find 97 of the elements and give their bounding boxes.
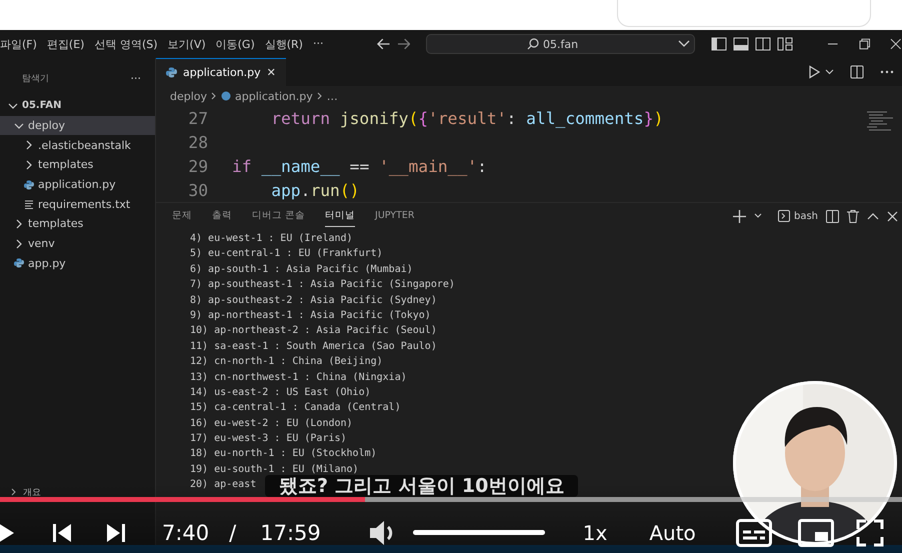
menu-item[interactable]: 편집(E) (46, 36, 84, 52)
split-editor-icon[interactable] (850, 65, 864, 79)
python-file-icon (166, 67, 177, 78)
terminal-line: 18) eu-north-1 : EU (Stockholm) (190, 447, 377, 462)
panel-layout-icon[interactable] (733, 37, 750, 51)
panel-tab[interactable]: 출력 (212, 205, 232, 227)
more-icon[interactable] (880, 70, 894, 74)
menu-item[interactable]: 실행(R) (264, 36, 303, 52)
sidebar-layout-icon[interactable] (711, 37, 728, 51)
tree-item[interactable]: .elasticbeanstalk (0, 135, 155, 156)
editor-tab[interactable]: application.py ✕ (156, 58, 286, 86)
tree-item[interactable]: templates (0, 214, 155, 234)
terminal-line: 13) cn-northwest-1 : China (Ningxia) (190, 370, 407, 385)
trash-icon[interactable] (847, 210, 859, 222)
python-file-icon (14, 258, 24, 268)
line-number: 29 (187, 156, 208, 176)
next-icon[interactable] (106, 522, 126, 542)
terminal-line: 8) ap-southeast-2 : Asia Pacific (Sydney) (190, 294, 437, 308)
panel-tab[interactable]: 문제 (172, 205, 192, 227)
code-line: return jsonify({'result': all_comments}) (270, 108, 664, 128)
terminal-line: 14) us-east-2 : US East (Ohio) (190, 386, 371, 400)
python-file-icon (221, 91, 232, 101)
terminal-line: 6) ap-south-1 : Asia Pacific (Mumbai) (190, 262, 413, 277)
run-icon[interactable] (807, 65, 821, 79)
code-line: app.run() (270, 180, 360, 200)
menu-item[interactable]: 보기(V) (168, 36, 206, 52)
terminal-icon (778, 210, 790, 222)
back-arrow-icon[interactable] (377, 38, 391, 50)
panel-tab[interactable]: 터미널 (325, 205, 356, 227)
breadcrumb-item[interactable]: application.py (235, 90, 313, 102)
panel-tab[interactable]: 디버그 콘솔 (252, 205, 306, 227)
previous-icon[interactable] (52, 522, 72, 542)
tree-item[interactable]: application.py (0, 174, 155, 194)
close-icon[interactable] (887, 210, 898, 222)
close-tab-button[interactable]: ✕ (266, 66, 276, 79)
more-button[interactable]: ··· (130, 72, 141, 84)
terminal-line: 4) eu-west-1 : EU (Ireland) (190, 232, 353, 246)
progress-bar[interactable] (0, 497, 902, 502)
terminal-line: 7) ap-southeast-1 : Asia Pacific (Singapore) (190, 278, 455, 292)
tree-item[interactable]: app.py (0, 254, 155, 274)
volume-slider[interactable] (412, 530, 545, 535)
terminal-line: 5) eu-central-1 : EU (Frankfurt) (190, 247, 383, 262)
subtitles-icon[interactable] (736, 518, 772, 546)
terminal-line: 11) sa-east-1 : South America (Sao Paulo) (190, 340, 437, 354)
terminal-selector[interactable]: bash (778, 210, 818, 222)
panel-tab[interactable]: JUPYTER (375, 206, 415, 226)
tree-item[interactable]: requirements.txt (0, 194, 155, 214)
duration: 17:59 (260, 520, 321, 544)
code-line: if __name__ == '__main__': (232, 156, 487, 176)
menu-item[interactable]: 선택 영역(S) (94, 36, 158, 52)
terminal-line: 19) eu-south-1 : EU (Milano) (190, 462, 359, 477)
subtitle: 됐죠? 그리고 서울이 10번이에요 (265, 475, 578, 497)
current-time: 7:40 (162, 520, 210, 544)
close-icon[interactable] (890, 38, 902, 50)
menu-item[interactable]: ··· (312, 36, 324, 52)
terminal-line: 12) cn-north-1 : China (Beijing) (190, 355, 383, 370)
chevron-down-icon[interactable] (825, 69, 834, 75)
breadcrumb-item[interactable]: … (326, 90, 338, 102)
chevron-down-icon (678, 40, 690, 48)
terminal-line: 17) eu-west-3 : EU (Paris) (190, 432, 347, 446)
tree-item[interactable]: templates (0, 155, 155, 175)
line-number: 30 (187, 180, 208, 200)
menu-item[interactable]: 이동(G) (216, 36, 255, 52)
breadcrumb-item[interactable]: deploy (170, 90, 208, 102)
split-layout-icon[interactable] (755, 37, 772, 51)
forward-arrow-icon[interactable] (396, 38, 410, 50)
chevron-right-icon (316, 92, 323, 100)
speed-button[interactable]: 1x (582, 520, 608, 544)
explorer-title: 탐색기 (22, 72, 49, 84)
text-file-icon (24, 199, 34, 210)
terminal-line: 10) ap-northeast-2 : Asia Pacific (Seoul) (190, 324, 437, 338)
terminal-line: 20) ap-east (190, 478, 256, 492)
time-separator: / (229, 520, 236, 544)
chevron-right-icon (211, 92, 218, 100)
chevron-down-icon[interactable] (754, 213, 762, 219)
section-header[interactable]: 개요 (0, 483, 155, 501)
restore-icon[interactable] (858, 38, 870, 50)
command-center-field[interactable]: 05.fan (426, 34, 696, 54)
add-icon[interactable] (732, 210, 746, 222)
line-number: 28 (187, 132, 208, 152)
terminal-line: 15) ca-central-1 : Canada (Central) (190, 401, 401, 416)
chevron-up-icon[interactable] (867, 212, 879, 220)
terminal-line: 9) ap-northeast-1 : Asia Pacific (Tokyo) (190, 308, 431, 323)
customize-layout-icon[interactable] (777, 37, 794, 51)
fullscreen-icon[interactable] (856, 518, 884, 546)
python-file-icon (24, 180, 34, 190)
tree-item[interactable]: 05.FAN (0, 96, 155, 116)
tree-item[interactable]: venv (0, 234, 155, 254)
play-icon[interactable] (0, 522, 16, 542)
tree-item[interactable]: deploy (0, 116, 155, 136)
terminal-line: 16) eu-west-2 : EU (London) (190, 416, 353, 431)
search-icon (527, 38, 539, 50)
miniplayer-icon[interactable] (798, 518, 834, 546)
menu-item[interactable]: 파일(F) (0, 36, 37, 52)
split-terminal-icon[interactable] (826, 210, 839, 222)
line-number: 27 (187, 108, 208, 128)
quality-button[interactable]: Auto (649, 520, 696, 544)
